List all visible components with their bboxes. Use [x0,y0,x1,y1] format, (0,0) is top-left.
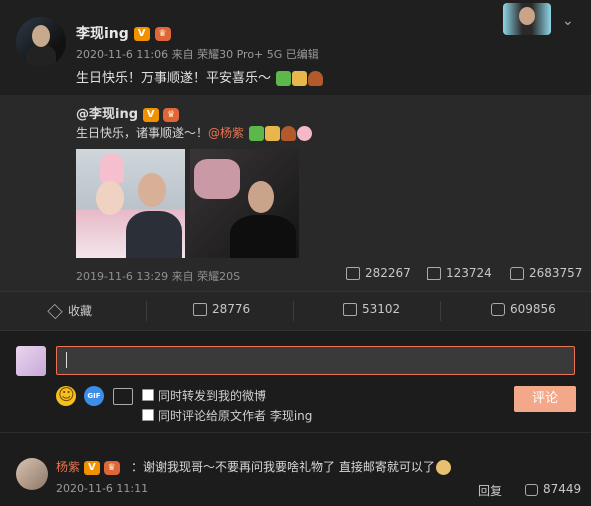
comment-origin-checkbox-label[interactable]: 同时评论给原文作者 李现ing [158,407,312,424]
text-cursor [66,352,67,368]
repost-checkbox[interactable] [142,389,154,401]
repost-count: 28776 [212,302,251,316]
verified-badge-icon: V [133,27,150,41]
like-icon [525,483,538,496]
repost-checkbox-label[interactable]: 同时转发到我的微博 [158,387,266,404]
reply-button[interactable]: 回复 [478,482,502,499]
quoted-likes-value: 2683757 [529,266,583,280]
share-icon [193,303,207,316]
comment-like-count: 87449 [543,482,582,496]
star-icon [47,303,63,320]
beer-emoji-icon [292,71,308,86]
divider [146,301,147,321]
beer-emoji-icon [264,126,280,141]
quoted-image-1[interactable] [76,149,185,258]
rabbit-emoji-icon [296,126,312,141]
quoted-text: 生日快乐，诸事顺遂～！@杨紫 [76,124,312,141]
comment-icon [427,267,441,280]
post-author-name[interactable]: 李现ing [76,26,129,42]
cake-emoji-icon [280,126,296,141]
quoted-image-2[interactable] [190,149,299,258]
comment-meta: 2020-11-6 11:11 [56,482,149,495]
like-button[interactable]: 609856 [491,302,556,316]
image-upload-icon[interactable] [113,388,133,405]
quoted-shares-value: 282267 [365,266,411,280]
comment-count: 53102 [362,302,401,316]
gift-emoji-icon [276,71,292,86]
favorite-label: 收藏 [68,304,93,318]
submit-comment-button[interactable]: 评论 [514,386,576,412]
post-meta: 2020-11-6 11:06 来自 荣耀30 Pro+ 5G 已编辑 [76,48,319,61]
divider [0,432,591,433]
comment-text-content: ：谢谢我现哥～不要再问我要啥礼物了 直接邮寄就可以了 [131,460,435,474]
verified-badge-icon: V [142,107,159,122]
comment-input[interactable] [56,346,575,375]
quoted-author[interactable]: @李现ing V ♛ [76,103,180,122]
divider [293,301,294,321]
share-icon [346,267,360,280]
gif-icon[interactable]: GIF [84,386,104,406]
quoted-author-name[interactable]: @李现ing [76,107,138,122]
member-crown-icon: ♛ [103,460,120,475]
emoji-picker-icon[interactable] [56,385,76,406]
member-crown-icon: ♛ [154,27,171,41]
chevron-down-icon[interactable]: ⌄ [562,13,574,29]
repost-button[interactable]: 28776 [193,302,250,316]
current-user-avatar[interactable] [503,3,551,35]
divider [440,301,441,321]
post-text-content: 生日快乐！万事顺遂！平安喜乐～ [76,71,272,86]
comment-icon [343,303,357,316]
comment-author[interactable]: 杨紫 V ♛ [56,458,120,475]
gift-emoji-icon [248,126,264,141]
mention-link[interactable]: @杨紫 [208,126,244,140]
quoted-comment-count[interactable]: 123724 [427,266,492,280]
comment-toggle-button[interactable]: 53102 [343,302,400,316]
favorite-button[interactable]: 收藏 [47,302,93,320]
comment-like-button[interactable]: 87449 [525,482,581,496]
quoted-share-count[interactable]: 282267 [346,266,411,280]
my-avatar[interactable] [16,346,46,376]
like-icon [510,267,524,280]
comment-origin-checkbox[interactable] [142,409,154,421]
doge-emoji-icon [435,460,451,475]
quoted-text-content: 生日快乐，诸事顺遂～！ [76,126,209,140]
post-author[interactable]: 李现ing V ♛ [76,23,171,43]
member-crown-icon: ♛ [163,107,180,122]
quoted-meta: 2019-11-6 13:29 来自 荣耀20S [76,270,241,283]
post-text: 生日快乐！万事顺遂！平安喜乐～ [76,67,324,86]
author-avatar[interactable] [16,17,66,67]
comment-author-avatar[interactable] [16,458,48,490]
quoted-comments-value: 123724 [446,266,492,280]
verified-badge-icon: V [83,460,100,475]
comment-author-name[interactable]: 杨紫 [56,460,80,474]
like-count: 609856 [510,302,556,316]
cake-emoji-icon [308,71,324,86]
like-icon [491,303,505,316]
quoted-like-count[interactable]: 2683757 [510,266,582,280]
comment-text: ：谢谢我现哥～不要再问我要啥礼物了 直接邮寄就可以了 [131,458,451,475]
